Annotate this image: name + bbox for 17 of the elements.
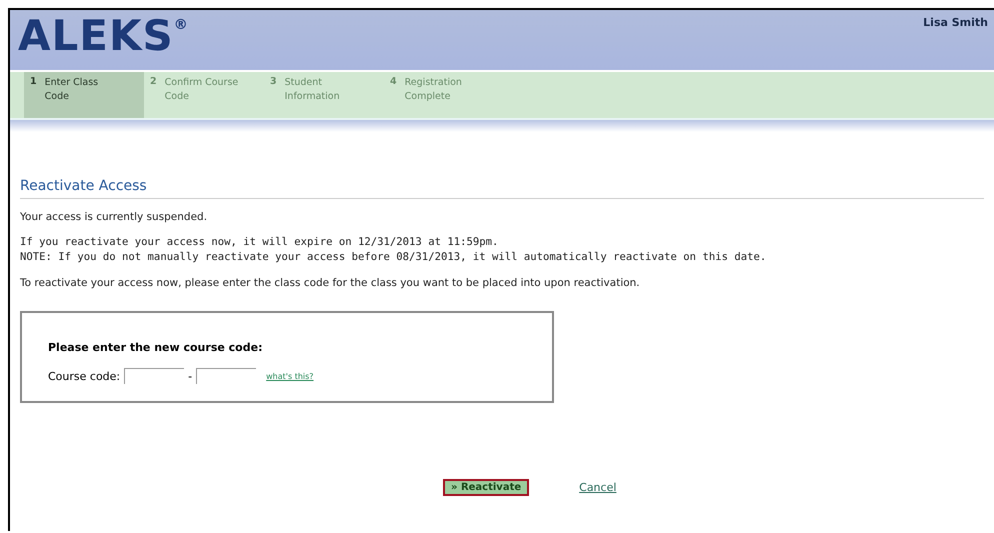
step-label: 2 Confirm Course Code xyxy=(149,75,240,104)
notice-text: If you reactivate your access now, it will expire on 12/31/2013 at 11:59pm. xyxy=(20,235,500,250)
instruction-text: To reactivate your access now, please enter the class code for the class you want to be placed into upon reactivation. xyxy=(20,277,641,289)
status-text: Your access is currently suspended. xyxy=(20,211,208,223)
step-label: 1 Enter Class Code xyxy=(24,72,144,118)
field-label: Course code: xyxy=(48,370,120,382)
aleks-logo: ALEKS$^{®}$ xyxy=(18,10,189,62)
notice-text: NOTE: If you do not manually reactivate your access before 08/31/2013, it will automatically reactivate on this date. xyxy=(20,250,768,265)
cancel-link[interactable]: Cancel xyxy=(579,481,616,494)
section-heading: Reactivate Access xyxy=(20,178,984,199)
separator-text: - xyxy=(188,370,192,382)
user-name: Lisa Smith xyxy=(923,16,988,29)
reactivate-button[interactable]: » Reactivate xyxy=(443,479,530,496)
step-label: 4 Registration Complete xyxy=(389,75,463,104)
help-link[interactable]: what's this? xyxy=(266,372,314,380)
panel-title: Please enter the new course code: xyxy=(48,341,264,354)
step-label: 3 Student Information xyxy=(269,75,341,104)
